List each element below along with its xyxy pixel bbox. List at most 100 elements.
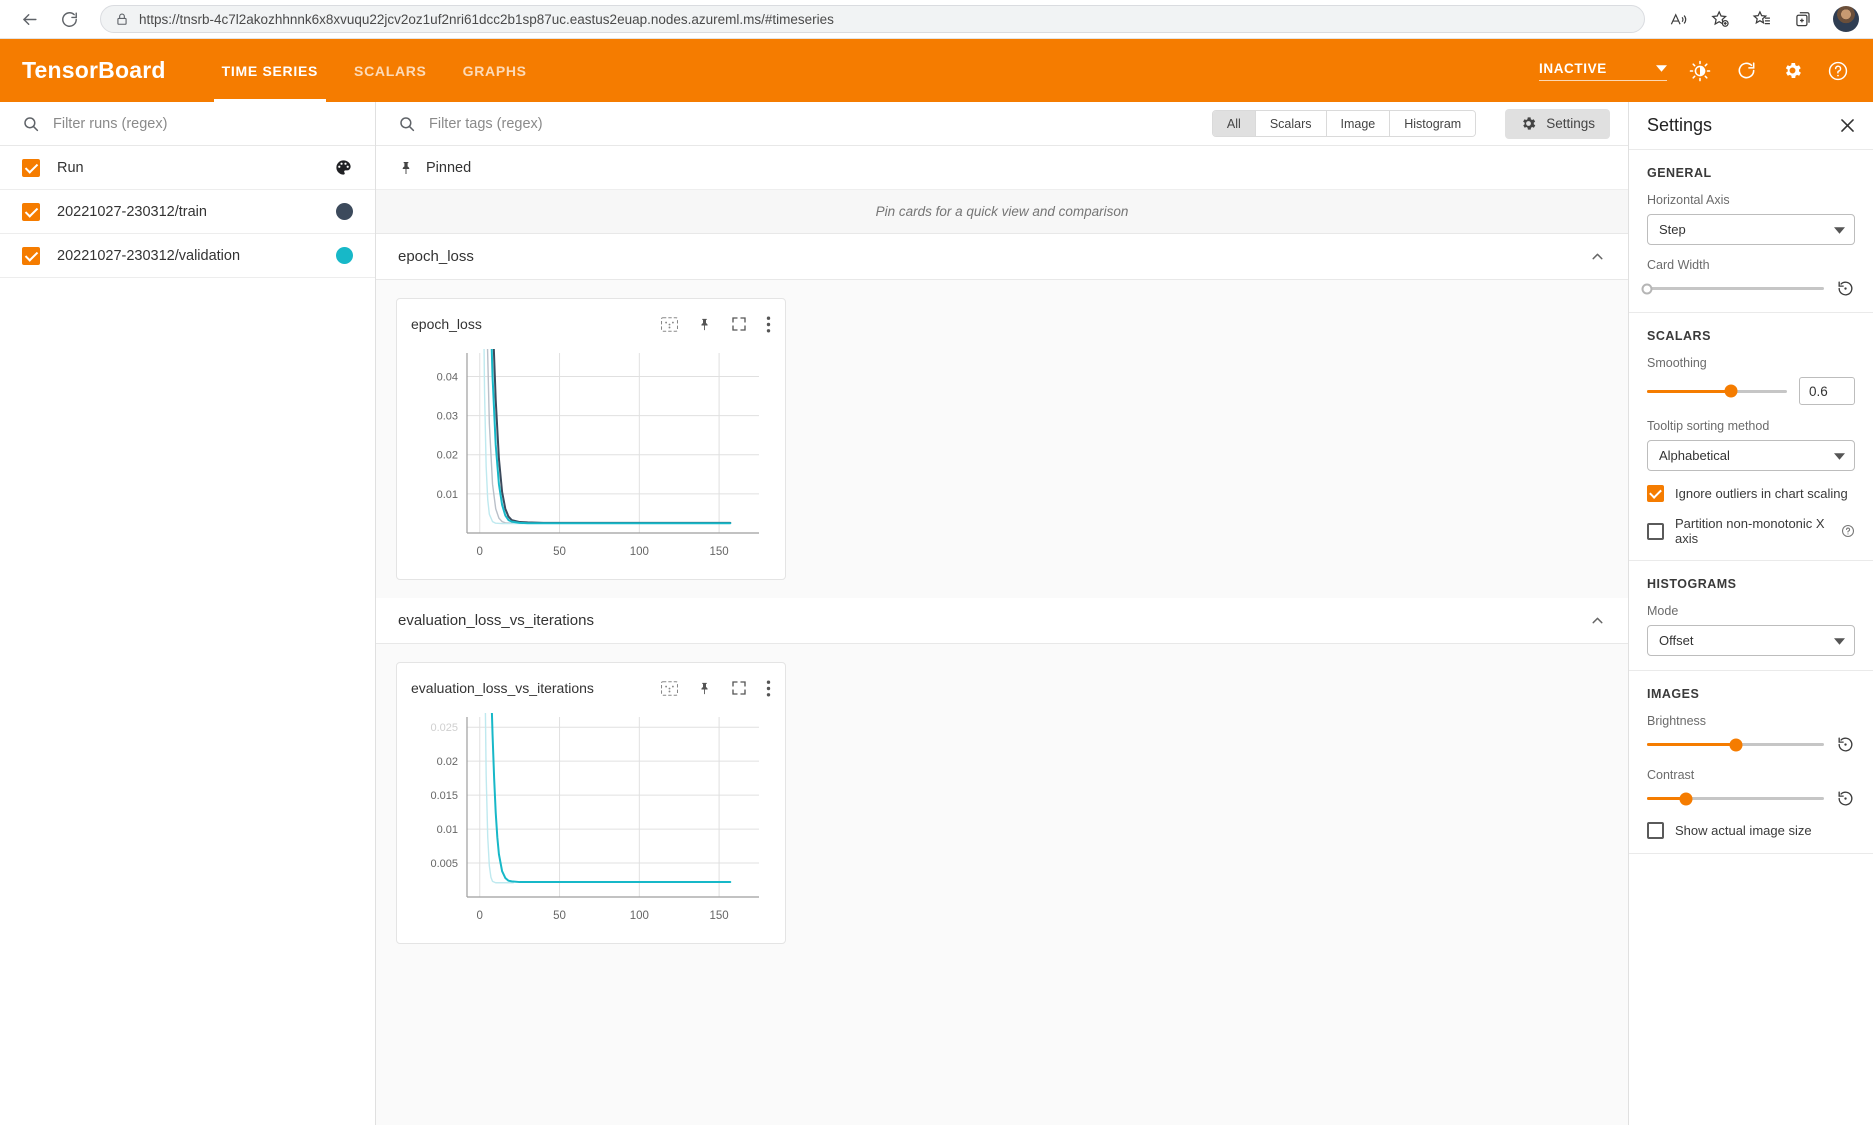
card-actions: [661, 316, 771, 333]
chevron-up-icon[interactable]: [1589, 248, 1606, 265]
group-header-evaluation-loss[interactable]: evaluation_loss_vs_iterations: [376, 598, 1628, 644]
settings-section-images: IMAGES Brightness Contrast Show actual i…: [1629, 671, 1873, 854]
help-icon[interactable]: [1825, 58, 1851, 84]
card-header: epoch_loss: [411, 311, 771, 337]
run-checkbox-train[interactable]: [22, 202, 40, 221]
reload-state-dropdown[interactable]: INACTIVE: [1539, 61, 1667, 81]
help-icon[interactable]: [1841, 524, 1855, 538]
svg-text:0.01: 0.01: [437, 824, 458, 836]
pin-icon[interactable]: [697, 316, 712, 333]
cards-column: Pinned Pin cards for a quick view and co…: [376, 146, 1628, 1125]
gear-icon: [1520, 115, 1537, 132]
actual-image-size-checkbox[interactable]: [1647, 822, 1664, 839]
partition-x-axis-row[interactable]: Partition non-monotonic X axis: [1647, 516, 1855, 546]
settings-toggle-button[interactable]: Settings: [1505, 108, 1610, 139]
tags-toolbar: Filter tags (regex) All Scalars Image Hi…: [376, 102, 1628, 146]
filter-scalars[interactable]: Scalars: [1255, 111, 1327, 136]
actual-image-size-row[interactable]: Show actual image size: [1647, 822, 1855, 839]
reset-card-width-icon[interactable]: [1836, 279, 1855, 298]
tab-time-series[interactable]: TIME SERIES: [204, 39, 336, 102]
brightness-icon[interactable]: [1687, 58, 1713, 84]
palette-icon[interactable]: [334, 158, 353, 177]
tooltip-sort-select[interactable]: Alphabetical: [1647, 440, 1855, 471]
settings-button-label: Settings: [1546, 116, 1595, 131]
pinned-empty-state: Pin cards for a quick view and compariso…: [376, 190, 1628, 234]
read-aloud-icon[interactable]: [1665, 6, 1691, 32]
tab-scalars[interactable]: SCALARS: [336, 39, 445, 102]
chart-plot-evaluation-loss[interactable]: 0.005 0.01 0.015 0.02 0.025 0 50 100 150: [411, 711, 771, 933]
run-filter-input[interactable]: Filter runs (regex): [53, 116, 167, 132]
card-width-slider-row: [1641, 279, 1855, 298]
run-label-all: Run: [57, 159, 84, 176]
run-row-train[interactable]: 20221027-230312/train: [0, 190, 375, 234]
filter-image[interactable]: Image: [1326, 111, 1391, 136]
run-color-dot-validation[interactable]: [336, 247, 353, 264]
scroll-area: Pinned Pin cards for a quick view and co…: [376, 146, 1628, 1125]
run-label-train: 20221027-230312/train: [57, 203, 207, 220]
add-favorite-icon[interactable]: [1707, 6, 1733, 32]
settings-panel-header: Settings: [1629, 102, 1873, 150]
main-tabs: TIME SERIES SCALARS GRAPHS: [204, 39, 545, 102]
overflow-menu-icon[interactable]: [766, 680, 771, 697]
partition-x-axis-checkbox[interactable]: [1647, 522, 1664, 540]
chevron-up-icon[interactable]: [1589, 612, 1606, 629]
svg-text:0.02: 0.02: [437, 756, 458, 768]
pinned-empty-message: Pin cards for a quick view and compariso…: [875, 204, 1129, 219]
card-title-evaluation-loss: evaluation_loss_vs_iterations: [411, 680, 594, 696]
run-row-validation[interactable]: 20221027-230312/validation: [0, 234, 375, 278]
svg-text:50: 50: [553, 910, 566, 922]
filter-histogram[interactable]: Histogram: [1390, 111, 1476, 136]
address-bar[interactable]: https://tnsrb-4c7l2akozhhnnk6x8xvuqu22jc…: [100, 5, 1645, 33]
run-checkbox-validation[interactable]: [22, 246, 40, 265]
run-row-all[interactable]: Run: [0, 146, 375, 190]
close-icon[interactable]: [1838, 116, 1857, 135]
run-checkbox-all[interactable]: [22, 158, 40, 177]
brightness-slider[interactable]: [1647, 738, 1824, 751]
overflow-menu-icon[interactable]: [766, 316, 771, 333]
tab-graphs[interactable]: GRAPHS: [445, 39, 545, 102]
chart-card-epoch-loss: epoch_loss 0.01 0.02 0.03 0.04 0 50 100 …: [396, 298, 786, 580]
histogram-mode-select[interactable]: Offset: [1647, 625, 1855, 656]
group-title-evaluation-loss: evaluation_loss_vs_iterations: [398, 612, 594, 629]
reload-icon[interactable]: [54, 4, 84, 34]
contrast-slider[interactable]: [1647, 792, 1824, 805]
tag-filter-input[interactable]: Filter tags (regex): [429, 116, 543, 132]
horizontal-axis-select[interactable]: Step: [1647, 214, 1855, 245]
group-header-epoch-loss[interactable]: epoch_loss: [376, 234, 1628, 280]
smoothing-slider[interactable]: [1647, 384, 1787, 398]
data-table-icon[interactable]: [661, 316, 678, 332]
favorites-icon[interactable]: [1749, 6, 1775, 32]
filter-all[interactable]: All: [1212, 111, 1256, 136]
refresh-icon[interactable]: [1733, 58, 1759, 84]
collections-icon[interactable]: [1791, 6, 1817, 32]
pin-icon[interactable]: [697, 680, 712, 697]
profile-avatar[interactable]: [1833, 6, 1859, 32]
ignore-outliers-label: Ignore outliers in chart scaling: [1675, 486, 1848, 501]
ignore-outliers-checkbox[interactable]: [1647, 485, 1664, 502]
smoothing-input[interactable]: 0.6: [1799, 377, 1855, 405]
search-icon: [398, 115, 416, 133]
run-color-dot-train[interactable]: [336, 203, 353, 220]
svg-text:0.025: 0.025: [430, 722, 458, 734]
data-table-icon[interactable]: [661, 680, 678, 696]
card-width-label: Card Width: [1647, 258, 1710, 272]
run-filter-row[interactable]: Filter runs (regex): [0, 102, 375, 146]
reset-brightness-icon[interactable]: [1836, 735, 1855, 754]
back-arrow-icon[interactable]: [14, 4, 44, 34]
main-content: Filter tags (regex) All Scalars Image Hi…: [376, 102, 1628, 1125]
chart-plot-epoch-loss[interactable]: 0.01 0.02 0.03 0.04 0 50 100 150: [411, 347, 771, 569]
browser-toolbar: https://tnsrb-4c7l2akozhhnnk6x8xvuqu22jc…: [0, 0, 1873, 39]
chevron-down-icon: [1834, 448, 1845, 463]
fullscreen-icon[interactable]: [731, 680, 747, 696]
search-icon: [22, 115, 40, 133]
reset-contrast-icon[interactable]: [1836, 789, 1855, 808]
ignore-outliers-row[interactable]: Ignore outliers in chart scaling: [1647, 485, 1855, 502]
settings-gear-icon[interactable]: [1779, 58, 1805, 84]
scalars-heading: SCALARS: [1647, 329, 1711, 343]
card-width-slider[interactable]: [1641, 283, 1824, 294]
settings-section-histograms: HISTOGRAMS Mode Offset: [1629, 561, 1873, 671]
fullscreen-icon[interactable]: [731, 316, 747, 332]
smoothing-row: 0.6: [1647, 377, 1855, 405]
svg-text:0.02: 0.02: [437, 450, 458, 462]
contrast-label: Contrast: [1647, 768, 1695, 782]
